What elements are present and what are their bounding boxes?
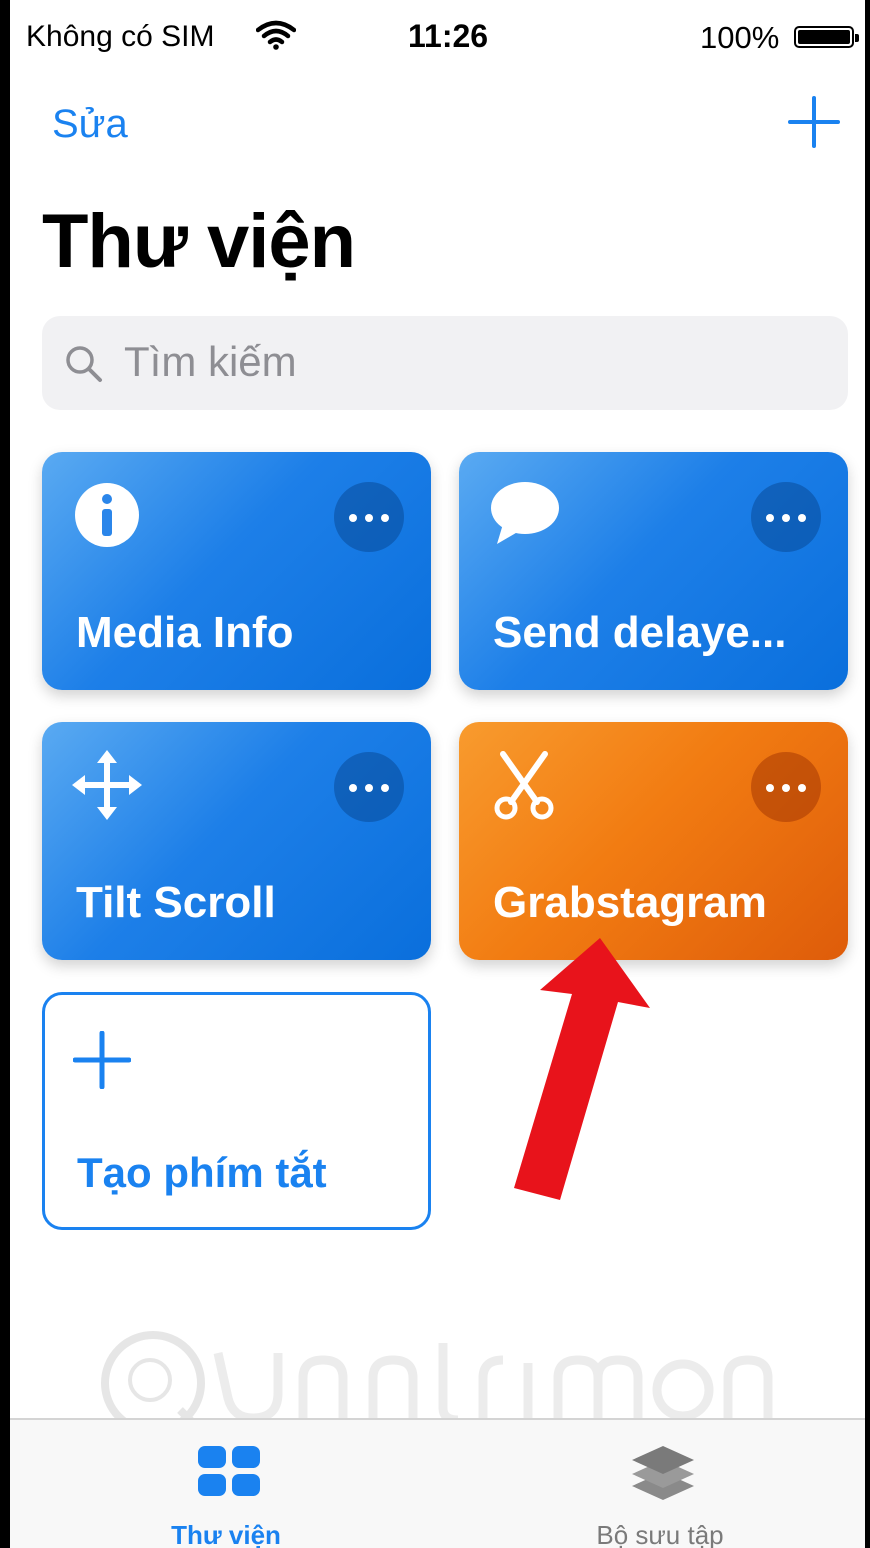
layers-icon	[632, 1446, 694, 1500]
status-bar: Không có SIM 11:26 100%	[10, 0, 865, 75]
speech-bubble-icon	[489, 480, 561, 551]
shortcut-card-grabstagram[interactable]: Grabstagram	[459, 722, 848, 960]
move-arrows-icon	[72, 750, 142, 825]
shortcut-card-tilt-scroll[interactable]: Tilt Scroll	[42, 722, 431, 960]
more-options-button[interactable]	[334, 752, 404, 822]
tab-bar: Thư viện Bộ sưu tập	[10, 1418, 865, 1548]
scissors-icon	[489, 750, 559, 825]
tab-library[interactable]: Thư viện	[76, 1420, 376, 1548]
plus-icon[interactable]	[788, 96, 840, 148]
search-placeholder: Tìm kiếm	[124, 338, 297, 385]
create-shortcut-label: Tạo phím tắt	[77, 1149, 327, 1196]
tab-gallery[interactable]: Bộ sưu tập	[510, 1420, 810, 1548]
info-icon	[72, 480, 142, 555]
edit-button[interactable]: Sửa	[52, 102, 128, 147]
shortcut-label: Grabstagram	[493, 878, 767, 927]
tab-label: Bộ sưu tập	[596, 1520, 724, 1548]
page-title: Thư viện	[42, 199, 356, 284]
shortcut-card-send-delayed[interactable]: Send delaye...	[459, 452, 848, 690]
phone-screen: Không có SIM 11:26 100% Sửa Thư viện Tìm…	[10, 0, 865, 1548]
create-shortcut-button[interactable]: Tạo phím tắt	[42, 992, 431, 1230]
wifi-icon	[255, 20, 297, 55]
more-options-button[interactable]	[334, 482, 404, 552]
search-bar[interactable]: Tìm kiếm	[42, 316, 848, 410]
shortcut-card-media-info[interactable]: Media Info	[42, 452, 431, 690]
annotation-arrow	[500, 930, 660, 1215]
carrier-label: Không có SIM	[26, 20, 215, 53]
search-icon	[64, 344, 104, 389]
plus-icon	[72, 1030, 132, 1094]
clock: 11:26	[408, 18, 489, 54]
more-options-button[interactable]	[751, 752, 821, 822]
battery-icon	[794, 26, 859, 48]
more-options-button[interactable]	[751, 482, 821, 552]
battery-percent: 100%	[700, 20, 780, 55]
grid-icon	[198, 1446, 260, 1496]
tab-label: Thư viện	[171, 1520, 281, 1548]
shortcut-label: Tilt Scroll	[76, 878, 276, 927]
shortcut-label: Send delaye...	[493, 608, 787, 657]
shortcut-label: Media Info	[76, 608, 294, 657]
